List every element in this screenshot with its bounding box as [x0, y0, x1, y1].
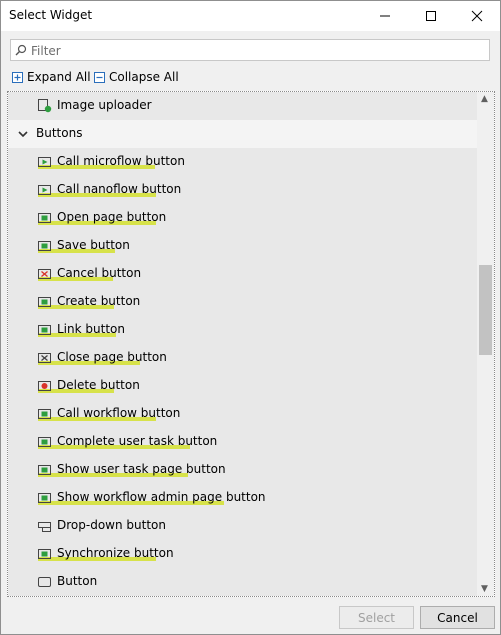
- tree-item-label: Link button: [57, 322, 125, 336]
- tree-item[interactable]: Close page button: [8, 344, 478, 372]
- maximize-button[interactable]: [408, 1, 454, 31]
- tree-item-label: Complete user task button: [57, 434, 218, 448]
- synchronize-icon: [38, 549, 51, 559]
- tree-item-label: Save button: [57, 238, 130, 252]
- tree-item[interactable]: Call workflow button: [8, 400, 478, 428]
- image-uploader-icon: [38, 99, 52, 113]
- chevron-down-icon[interactable]: [18, 129, 28, 139]
- tree-item[interactable]: Call nanoflow button: [8, 176, 478, 204]
- search-icon: [15, 44, 27, 56]
- user-task-page-icon: [38, 465, 51, 475]
- tree-item-label: Call microflow button: [57, 154, 185, 168]
- call-nanoflow-icon: [38, 185, 51, 195]
- collapse-all-label: Collapse All: [109, 70, 179, 84]
- cancel-button[interactable]: Cancel: [420, 606, 495, 629]
- tree-item-label: Delete button: [57, 378, 140, 392]
- tree-group-label: Buttons: [36, 126, 83, 140]
- maximize-icon: [426, 11, 436, 21]
- tree-item-label: Button: [57, 574, 98, 588]
- tree-item-label: Close page button: [57, 350, 167, 364]
- tree-group-buttons[interactable]: Buttons: [8, 120, 478, 148]
- tree-item[interactable]: Drop-down button: [8, 512, 478, 540]
- tree-item[interactable]: Call microflow button: [8, 148, 478, 176]
- tree-item[interactable]: Show workflow admin page button: [8, 484, 478, 512]
- close-page-icon: [38, 353, 51, 363]
- scroll-down-icon[interactable]: ▼: [481, 584, 488, 594]
- close-button[interactable]: [454, 1, 500, 31]
- workflow-icon: [38, 409, 51, 419]
- user-task-icon: [38, 437, 51, 447]
- expand-all-button[interactable]: Expand All: [12, 69, 91, 85]
- tree-item-label: Image uploader: [57, 98, 152, 112]
- button-icon: [38, 577, 51, 587]
- title-bar: Select Widget: [1, 1, 500, 31]
- tree-item-label: Cancel button: [57, 266, 142, 280]
- tree-item-label: Show user task page button: [57, 462, 226, 476]
- tree-item[interactable]: Image uploader: [8, 92, 478, 120]
- tree-item-label: Create button: [57, 294, 141, 308]
- tree-item[interactable]: Create button: [8, 288, 478, 316]
- tree-item[interactable]: Save button: [8, 232, 478, 260]
- tree-item[interactable]: Button: [8, 568, 478, 596]
- tree-item[interactable]: Open page button: [8, 204, 478, 232]
- scrollbar-thumb[interactable]: [479, 265, 492, 355]
- dropdown-button-icon: [38, 522, 51, 532]
- collapse-icon: [94, 71, 105, 83]
- save-icon: [38, 241, 51, 251]
- minimize-icon: [380, 15, 390, 17]
- workflow-admin-icon: [38, 493, 51, 503]
- close-icon: [471, 10, 483, 22]
- tree-item-label: Call workflow button: [57, 406, 181, 420]
- filter-placeholder: Filter: [31, 44, 61, 58]
- expand-all-label: Expand All: [27, 70, 91, 84]
- widget-tree-list: Image uploader Buttons Call microflow butt…: [8, 92, 478, 596]
- link-icon: [38, 325, 51, 335]
- call-microflow-icon: [38, 157, 51, 167]
- tree-item-label: Synchronize button: [57, 546, 174, 560]
- tree-item-label: Drop-down button: [57, 518, 166, 532]
- tree-item[interactable]: Delete button: [8, 372, 478, 400]
- collapse-all-button[interactable]: Collapse All: [94, 69, 179, 85]
- scroll-up-icon[interactable]: ▲: [481, 94, 488, 104]
- tree-item[interactable]: Link button: [8, 316, 478, 344]
- tree-item[interactable]: Synchronize button: [8, 540, 478, 568]
- expand-icon: [12, 71, 23, 83]
- tree-item-label: Open page button: [57, 210, 167, 224]
- tree-item[interactable]: Complete user task button: [8, 428, 478, 456]
- open-page-icon: [38, 213, 51, 223]
- vertical-scrollbar[interactable]: ▲ ▼: [477, 92, 494, 596]
- create-icon: [38, 297, 51, 307]
- tree-item-label: Show workflow admin page button: [57, 490, 266, 504]
- minimize-button[interactable]: [362, 1, 408, 31]
- tree-item[interactable]: Cancel button: [8, 260, 478, 288]
- filter-input[interactable]: Filter: [10, 39, 490, 61]
- select-widget-dialog: Select Widget Filter Expand All Collapse…: [0, 0, 501, 635]
- tree-item-label: Call nanoflow button: [57, 182, 182, 196]
- select-button[interactable]: Select: [339, 606, 414, 629]
- widget-tree: Image uploader Buttons Call microflow butt…: [7, 91, 495, 597]
- tree-item[interactable]: Show user task page button: [8, 456, 478, 484]
- cancel-icon: [38, 269, 51, 279]
- delete-icon: [38, 381, 51, 391]
- window-title: Select Widget: [9, 8, 93, 22]
